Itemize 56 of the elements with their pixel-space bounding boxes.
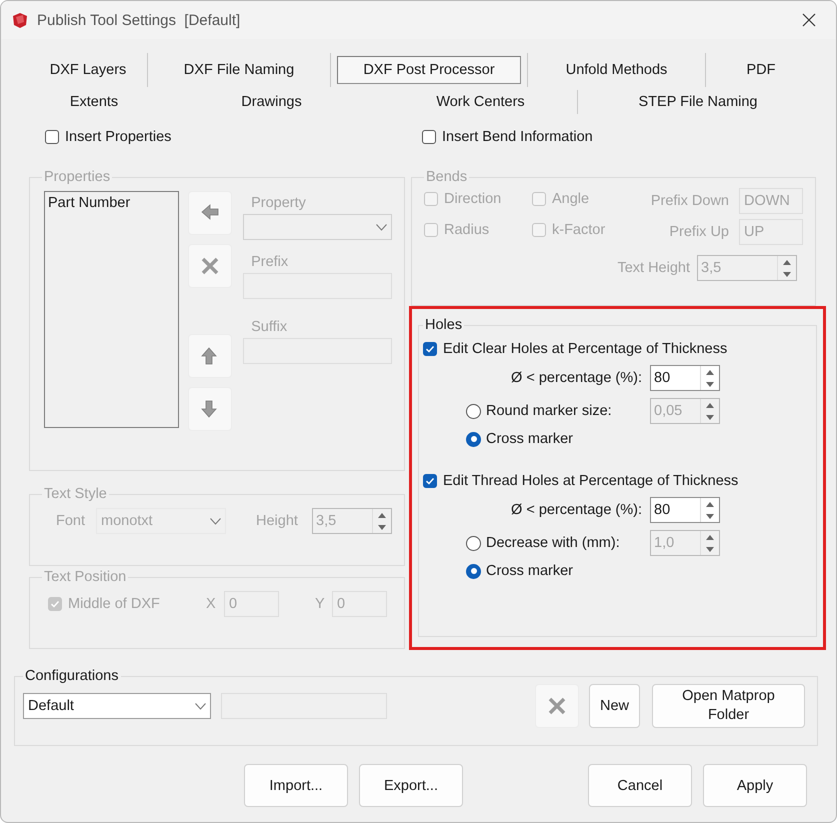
dialog-button[interactable]: Apply [703, 764, 807, 807]
field-label: Ø < percentage (%): [510, 370, 643, 386]
checkmark-icon [50, 598, 60, 608]
group-title: Text Style [43, 486, 108, 502]
delete-button[interactable] [535, 684, 579, 728]
percentage-spinner[interactable]: 80 [650, 365, 720, 391]
chevron-down-icon [376, 224, 387, 230]
group-title: Text Position [43, 569, 128, 585]
field-label: Ø < percentage (%): [510, 502, 643, 518]
configuration-dropdown[interactable]: Default [23, 693, 211, 719]
window-title: Publish Tool Settings [Default] [37, 12, 240, 28]
group-title: Holes [424, 317, 464, 333]
app-icon [11, 11, 29, 29]
edit-holes-checkbox[interactable]: Edit Thread Holes at Percentage of Thickness [423, 473, 738, 489]
marker-radio[interactable]: Cross marker [466, 431, 720, 447]
marker-radio[interactable]: Round marker size: [466, 403, 650, 419]
tab[interactable]: DXF Post Processor [337, 56, 521, 84]
field-label: Prefix Up [668, 224, 730, 240]
percentage-spinner[interactable]: 80 [650, 497, 720, 523]
group-title: Properties [43, 169, 112, 185]
group-title: Bends [425, 169, 468, 185]
field-label: X [206, 596, 217, 612]
close-icon[interactable] [802, 13, 816, 27]
checkmark-icon [425, 344, 435, 354]
open-folder-button[interactable]: Open Matprop Folder [652, 684, 805, 728]
delete-icon [548, 697, 566, 715]
tab[interactable]: Work Centers [425, 89, 536, 115]
insert-bend-information-checkbox[interactable]: Insert Bend Information [422, 129, 593, 145]
marker-radio[interactable]: Cross marker [466, 563, 720, 579]
delete-icon [201, 257, 220, 275]
checkmark-icon [425, 476, 435, 486]
field-label: Font [56, 513, 86, 529]
tab[interactable]: Unfold Methods [554, 57, 678, 83]
tab[interactable]: Drawings [230, 89, 313, 115]
edit-holes-checkbox[interactable]: Edit Clear Holes at Percentage of Thickness [423, 341, 728, 357]
field-label: Suffix [251, 319, 288, 335]
dialog-button[interactable]: Cancel [588, 764, 692, 807]
tab[interactable]: DXF File Naming [172, 57, 306, 83]
insert-properties-checkbox[interactable]: Insert Properties [45, 129, 172, 145]
field-label: Property [251, 195, 307, 211]
tab[interactable]: Extents [58, 89, 130, 115]
dialog-button[interactable]: Import... [244, 764, 348, 807]
tab[interactable]: STEP File Naming [628, 89, 768, 115]
group-title: Configurations [24, 668, 120, 684]
chevron-down-icon [195, 702, 206, 710]
chevron-down-icon [210, 518, 221, 524]
field-label: Prefix [251, 254, 290, 270]
new-button[interactable]: New [589, 684, 640, 728]
marker-radio[interactable]: Decrease with (mm): [466, 535, 650, 551]
dialog-button[interactable]: Export... [359, 764, 463, 807]
tab[interactable]: DXF Layers [38, 57, 138, 83]
field-label: Height [256, 513, 299, 529]
field-label: Prefix Down [650, 192, 730, 208]
field-label: Y [315, 596, 326, 612]
tab[interactable]: PDF [736, 57, 786, 83]
field-label: Text Height [617, 260, 690, 276]
